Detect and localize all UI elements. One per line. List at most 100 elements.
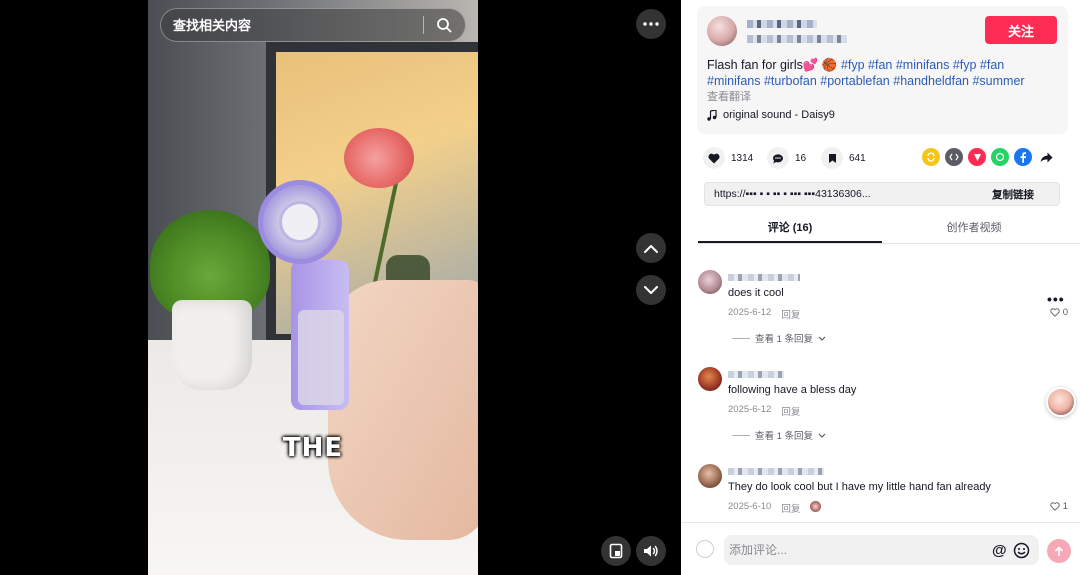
next-video-button[interactable]	[636, 275, 666, 305]
send-comment-button[interactable]	[1047, 539, 1071, 563]
comment-like[interactable]: 0	[1050, 307, 1068, 318]
app: THE 关注	[0, 0, 1080, 575]
chevron-up-icon	[644, 244, 658, 253]
video-hand	[328, 280, 478, 540]
hashtags-line-2[interactable]: #minifans #turbofan #portablefan #handhe…	[707, 74, 1025, 88]
repost-icon[interactable]	[922, 148, 940, 166]
volume-icon	[644, 545, 658, 557]
bookmark-icon	[821, 147, 843, 169]
like-stat[interactable]: 1314	[703, 147, 753, 169]
commenter-name-blurred[interactable]	[728, 468, 824, 475]
comment-bubble-icon	[767, 147, 789, 169]
chevron-down-icon	[818, 433, 826, 438]
description-text: Flash fan for girls💕 🏀	[707, 58, 841, 72]
author-name-blurred[interactable]	[747, 20, 817, 28]
video-rose	[344, 128, 414, 188]
copy-link-button[interactable]: 复制链接	[992, 187, 1034, 202]
video-fan-center	[279, 201, 321, 243]
volume-button[interactable]	[636, 536, 666, 566]
panel-tabs: 评论 (16) 创作者视频	[698, 214, 1080, 244]
like-count: 1314	[731, 152, 754, 164]
comment-stat[interactable]: 16	[767, 147, 806, 169]
video-search-input[interactable]	[161, 17, 423, 33]
comment-like[interactable]: 1	[1050, 501, 1068, 512]
comment-meta: 2025-6-12 回复	[728, 404, 800, 418]
heart-icon	[703, 147, 725, 169]
commenter-avatar[interactable]	[698, 367, 722, 391]
replies-line	[732, 337, 750, 339]
whatsapp-icon[interactable]	[991, 148, 1009, 166]
reply-button[interactable]: 回复	[781, 307, 800, 321]
replies-line	[732, 434, 750, 436]
save-stat[interactable]: 641	[821, 147, 866, 169]
comment-date: 2025-6-12	[728, 307, 772, 318]
picture-in-picture-button[interactable]	[601, 536, 631, 566]
comment-like-count: 1	[1062, 501, 1068, 512]
comment-date: 2025-6-12	[728, 404, 772, 415]
music-note-icon	[707, 109, 717, 121]
comment-input-wrapper: @	[724, 535, 1039, 565]
send-to-friend-icon[interactable]	[968, 148, 986, 166]
video-fan-panel	[298, 310, 344, 405]
author-handle-blurred	[747, 35, 847, 43]
video-area: THE	[0, 0, 681, 575]
comment-text: They do look cool but I have my little h…	[728, 481, 991, 493]
chevron-down-icon	[644, 285, 658, 294]
mention-button[interactable]: @	[992, 542, 1007, 559]
current-user-avatar[interactable]	[696, 540, 714, 558]
view-replies-button[interactable]: 查看 1 条回复	[732, 428, 826, 442]
music-title: original sound - Daisy9	[723, 109, 835, 121]
facebook-icon[interactable]	[1014, 148, 1032, 166]
hashtags-line-1[interactable]: #fyp #fan #minifans #fyp #fan	[841, 58, 1004, 72]
creator-liked-avatar	[810, 501, 822, 512]
commenter-name-blurred[interactable]	[728, 274, 800, 281]
floating-assistant-avatar[interactable]	[1046, 387, 1076, 417]
comment-date: 2025-6-10	[728, 501, 772, 512]
side-panel: 关注 Flash fan for girls💕 🏀 #fyp #fan #min…	[681, 0, 1080, 575]
pip-icon	[609, 543, 623, 559]
video-info-card: 关注 Flash fan for girls💕 🏀 #fyp #fan #min…	[697, 6, 1068, 134]
emoji-icon[interactable]	[1013, 542, 1030, 559]
save-count: 641	[849, 152, 866, 164]
more-share-icon[interactable]	[1037, 148, 1055, 166]
comment-like-count: 0	[1062, 307, 1068, 318]
tab-comments[interactable]: 评论 (16)	[698, 214, 882, 243]
tab-creator-videos[interactable]: 创作者视频	[882, 214, 1066, 243]
reply-button[interactable]: 回复	[781, 404, 800, 418]
comment-text: does it cool	[728, 287, 784, 299]
commenter-name-blurred[interactable]	[728, 371, 784, 378]
heart-outline-icon	[1050, 308, 1060, 317]
video-player[interactable]: THE	[148, 0, 478, 575]
comment-meta: 2025-6-10 回复	[728, 501, 822, 515]
translate-link[interactable]: 查看翻译	[707, 88, 751, 104]
reply-button[interactable]: 回复	[781, 501, 800, 515]
share-buttons	[922, 148, 1055, 166]
more-dots-icon	[643, 22, 659, 26]
comment-input[interactable]	[724, 543, 984, 557]
comment-meta: 2025-6-12 回复	[728, 307, 800, 321]
commenter-avatar[interactable]	[698, 464, 722, 488]
view-replies-label: 查看 1 条回复	[755, 431, 814, 442]
arrow-up-icon	[1054, 545, 1064, 556]
commenter-avatar[interactable]	[698, 270, 722, 294]
video-plant-pot	[172, 300, 252, 390]
previous-video-button[interactable]	[636, 233, 666, 263]
comment-composer: @	[681, 522, 1080, 575]
comment-text: following have a bless day	[728, 384, 857, 396]
video-search-bar[interactable]	[160, 8, 466, 42]
comment-more-options-icon[interactable]: •••	[1047, 291, 1065, 307]
view-replies-label: 查看 1 条回复	[755, 334, 814, 345]
more-options-button[interactable]	[636, 9, 666, 39]
share-link-url[interactable]: https://▪▪▪ ▪ ▪ ▪▪ ▪ ▪▪▪ ▪▪▪43136306...	[705, 188, 992, 200]
video-description: Flash fan for girls💕 🏀 #fyp #fan #minifa…	[707, 57, 1057, 89]
view-replies-button[interactable]: 查看 1 条回复	[732, 331, 826, 345]
search-icon[interactable]	[424, 8, 464, 42]
author-avatar[interactable]	[707, 16, 737, 46]
share-link-box: https://▪▪▪ ▪ ▪ ▪▪ ▪ ▪▪▪ ▪▪▪43136306... …	[704, 182, 1060, 206]
video-caption: THE	[282, 433, 344, 463]
embed-icon[interactable]	[945, 148, 963, 166]
chevron-down-icon	[818, 336, 826, 341]
comment-count: 16	[795, 152, 807, 164]
follow-button[interactable]: 关注	[985, 16, 1057, 44]
music-info[interactable]: original sound - Daisy9	[707, 109, 835, 121]
